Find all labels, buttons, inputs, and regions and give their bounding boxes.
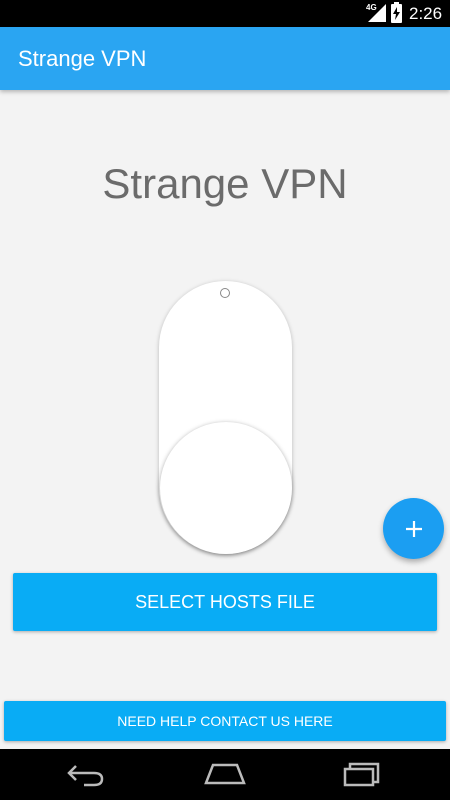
plus-icon [405, 520, 422, 537]
recents-icon[interactable] [342, 761, 382, 787]
add-button[interactable] [383, 498, 444, 559]
navigation-bar [0, 749, 450, 800]
app-title: Strange VPN [18, 46, 147, 71]
vpn-toggle-thumb[interactable] [160, 422, 292, 554]
status-bar: 4G 2:26 [0, 0, 450, 27]
battery-icon [391, 2, 402, 23]
status-time: 2:26 [409, 4, 443, 23]
page-headline: Strange VPN [102, 160, 348, 207]
toggle-indicator-icon [220, 288, 230, 298]
back-icon[interactable] [66, 761, 106, 787]
help-contact-button[interactable]: NEED HELP CONTACT US HERE [4, 701, 446, 741]
app-bar: Strange VPN [0, 27, 450, 90]
home-icon[interactable] [203, 761, 247, 787]
network-type: 4G [366, 3, 377, 12]
select-hosts-file-button[interactable]: SELECT HOSTS FILE [13, 573, 437, 631]
